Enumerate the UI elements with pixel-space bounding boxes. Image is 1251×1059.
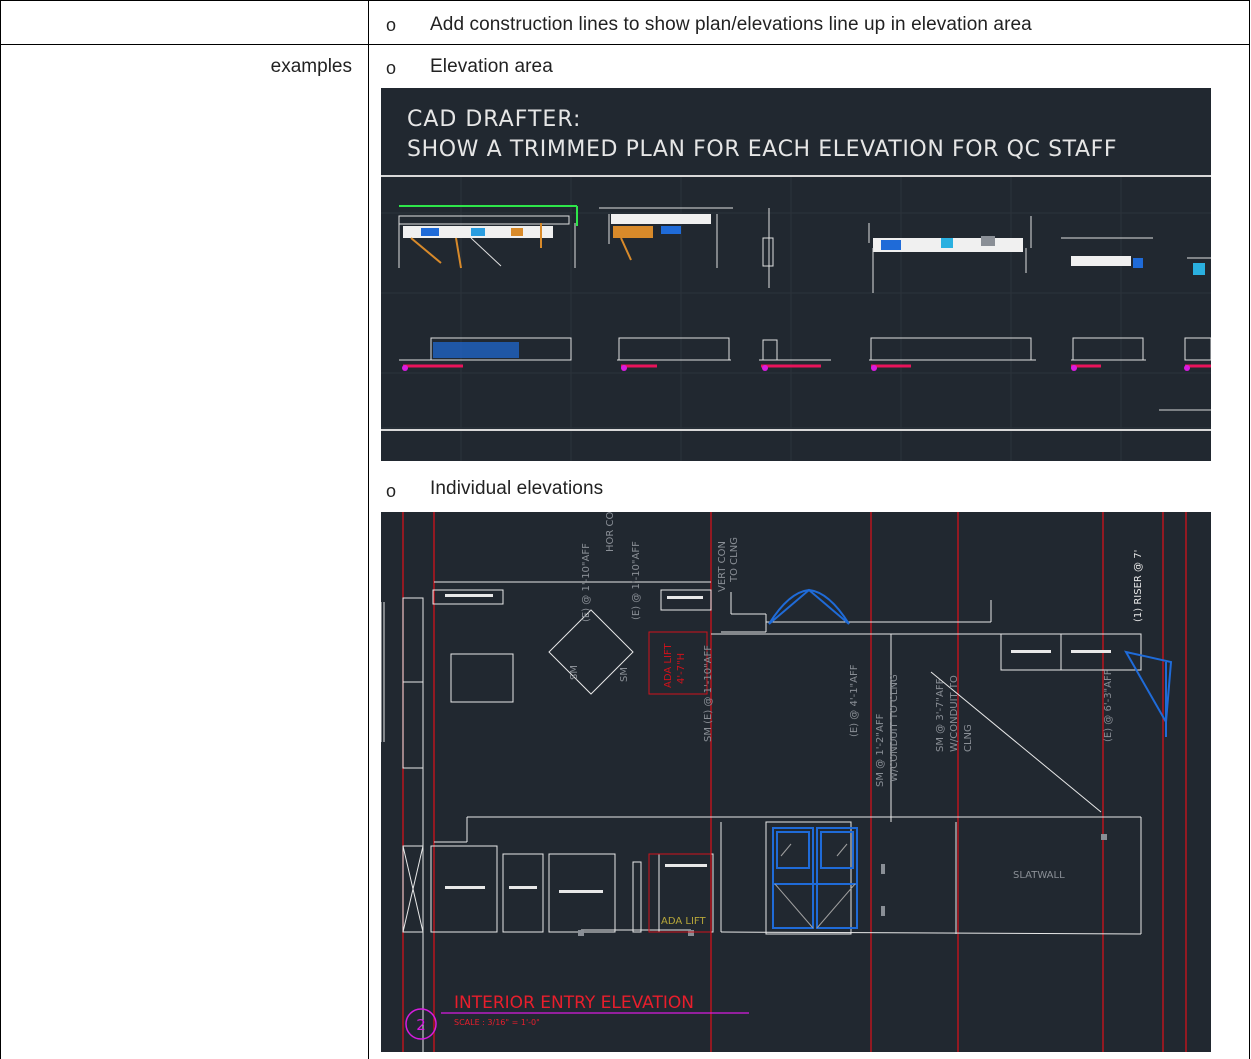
individual-elevation-image: HOR CON VERT CON TO CLNG SM (E) @ 1'-10"…	[381, 512, 1211, 1052]
table-border-top	[0, 0, 1250, 1]
tag-sm-3: SM	[619, 667, 630, 682]
list-item-text: Add construction lines to show plan/elev…	[430, 14, 1032, 35]
table-row-divider	[0, 44, 1250, 45]
tag-e-4-1: (E) @ 4'-1"AFF	[849, 664, 860, 737]
tag-wconduit-2: W/CONDUIT TO	[949, 675, 960, 752]
trimmed-plan-6	[1187, 257, 1211, 275]
tag-sm-3-7: SM @ 3'-7"AFF	[935, 678, 946, 752]
tag-ada-lift-height: 4'-7"H	[676, 653, 687, 684]
callout-number: 2	[416, 1016, 426, 1034]
elevation-area-title-2: SHOW A TRIMMED PLAN FOR EACH ELEVATION F…	[407, 137, 1117, 162]
tag-vert-con: VERT CON	[717, 541, 728, 592]
tag-sm-2: (E) @ 1'-10"AFF	[581, 543, 592, 622]
elevation-area-title-1: CAD DRAFTER:	[407, 107, 581, 132]
list-bullet: o	[386, 58, 397, 78]
elevation-title: INTERIOR ENTRY ELEVATION	[454, 993, 694, 1013]
list-item-text: Elevation area	[430, 56, 553, 77]
trimmed-plan-4	[868, 216, 1032, 293]
trimmed-plan-5	[1061, 237, 1153, 268]
tag-e-6-3: (E) @ 6'-3"AFF	[1103, 669, 1114, 742]
table-border-left	[0, 0, 1, 1059]
elevation-strip	[430, 337, 1211, 361]
elevation-scale: SCALE : 3/16" = 1'-0"	[454, 1018, 540, 1027]
tag-hor-con: HOR CON	[605, 512, 616, 552]
document-table: o Add construction lines to show plan/el…	[0, 0, 1250, 1059]
tag-sm-5: SM (E) @ 1'-10"AFF	[703, 645, 714, 742]
tag-riser: (1) RISER @ 7'	[1133, 550, 1144, 622]
tag-ada-lift-upper: ADA LIFT	[663, 643, 674, 688]
elevation-area-image: CAD DRAFTER: SHOW A TRIMMED PLAN FOR EAC…	[381, 88, 1211, 461]
trimmed-plan-3	[762, 208, 774, 288]
tag-ada-lift-lower: ADA LIFT	[661, 916, 706, 927]
list-bullet: o	[386, 15, 397, 35]
tag-wconduit-1: W/CONDUIT TO CLNG	[889, 674, 900, 782]
list-item-text: Individual elevations	[430, 478, 604, 499]
tag-clng: CLNG	[963, 724, 974, 752]
tag-to-clng: TO CLNG	[729, 537, 740, 583]
row-label-examples: examples	[270, 56, 352, 77]
trimmed-plan-1	[398, 205, 578, 269]
tag-sm-1: SM	[569, 665, 580, 680]
trimmed-plan-2	[599, 207, 733, 268]
list-bullet: o	[386, 481, 397, 501]
tag-slatwall: SLATWALL	[1013, 870, 1065, 881]
tag-sm-4: (E) @ 1'-10"AFF	[631, 541, 642, 620]
tag-sm-1-2: SM @ 1'-2"AFF	[875, 713, 886, 787]
table-column-divider	[368, 0, 369, 1059]
table-border-right	[1249, 0, 1250, 1059]
